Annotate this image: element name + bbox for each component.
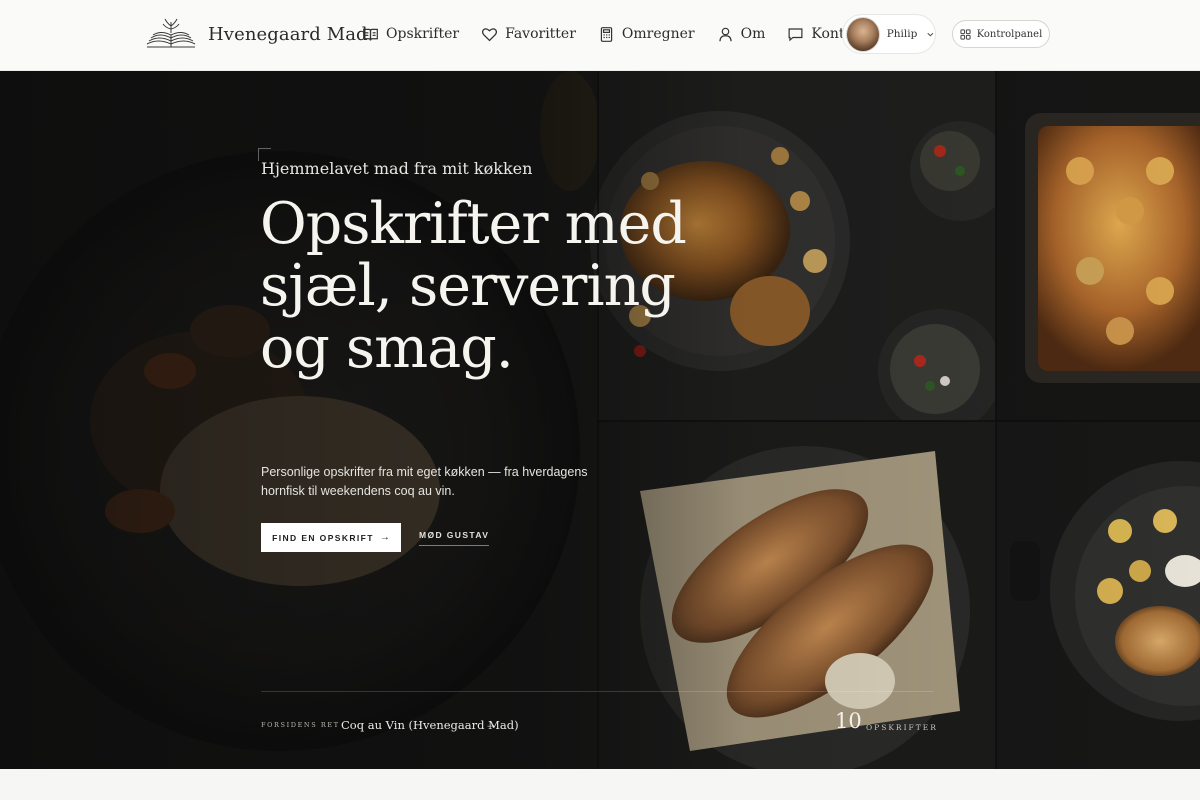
- hero-section: Hjemmelavet mad fra mit køkken Opskrifte…: [0, 71, 1200, 769]
- user-icon: [718, 27, 732, 41]
- recipe-count: 10: [835, 709, 862, 733]
- nav-label-omregner: Omregner: [621, 26, 695, 42]
- nav-item-opskrifter[interactable]: Opskrifter: [362, 22, 459, 46]
- nav-item-om[interactable]: Om: [717, 22, 766, 46]
- grid-icon: [960, 28, 971, 40]
- hero-divider: [261, 691, 933, 692]
- meet-gustav-link[interactable]: MØD GUSTAV: [419, 530, 490, 546]
- featured-dish-label: FORSIDENS RET: [261, 721, 340, 729]
- book-icon: [363, 28, 378, 40]
- user-menu[interactable]: Philip: [842, 14, 936, 54]
- arrow-right-icon[interactable]: →: [485, 717, 497, 731]
- chat-icon: [788, 27, 803, 41]
- top-navigation: Hvenegaard Mad Opskrifter Favoritter Omr…: [0, 0, 1200, 71]
- control-panel-button[interactable]: Kontrolpanel: [952, 20, 1050, 48]
- hero-headline: Opskrifter med sjæl, servering og smag.: [260, 191, 687, 381]
- find-recipe-label: FIND EN OPSKRIFT: [272, 532, 374, 543]
- brand[interactable]: Hvenegaard Mad: [144, 14, 368, 54]
- find-recipe-button[interactable]: FIND EN OPSKRIFT →: [261, 523, 401, 552]
- recipe-count-label: OPSKRIFTER: [866, 723, 938, 732]
- user-name: Philip: [886, 28, 918, 40]
- calculator-icon: [600, 26, 613, 42]
- hero-overlay: [0, 71, 1200, 769]
- nav-label-opskrifter: Opskrifter: [386, 26, 460, 42]
- open-book-logo-icon: [146, 18, 196, 48]
- avatar: [846, 16, 880, 52]
- hero-kicker: Hjemmelavet mad fra mit køkken: [261, 159, 533, 178]
- nav-label-om: Om: [740, 26, 766, 42]
- nav-item-omregner[interactable]: Omregner: [598, 22, 695, 46]
- nav-item-favoritter[interactable]: Favoritter: [481, 22, 576, 46]
- nav-label-favoritter: Favoritter: [505, 26, 576, 42]
- nav-links: Opskrifter Favoritter Omregner Om Kontak…: [362, 22, 889, 46]
- brand-name: Hvenegaard Mad: [208, 23, 368, 45]
- hero-lede: Personlige opskrifter fra mit eget køkke…: [261, 465, 588, 498]
- arrow-right-icon: →: [379, 532, 390, 543]
- control-panel-label: Kontrolpanel: [976, 28, 1043, 40]
- chevron-down-icon: [927, 32, 934, 37]
- heart-icon: [482, 27, 498, 41]
